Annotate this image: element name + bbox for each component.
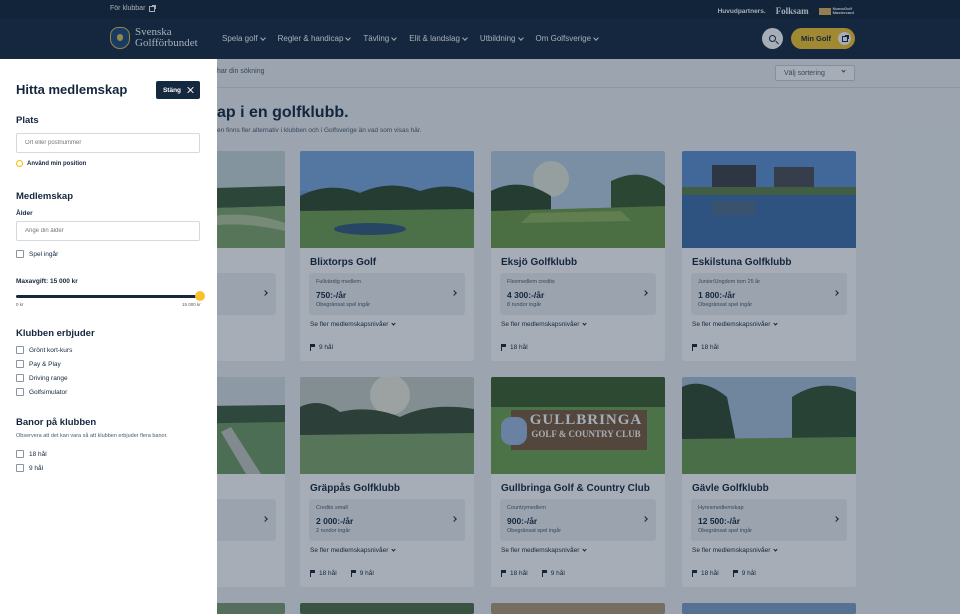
checkbox-icon — [16, 250, 24, 258]
checkbox-label: Grönt kort-kurs — [29, 346, 73, 354]
offer-checkbox-driving-range[interactable]: Driving range — [16, 374, 68, 382]
age-input[interactable] — [16, 221, 200, 241]
section-club-offers: Klubben erbjuder — [16, 328, 95, 339]
close-button[interactable]: Stäng — [156, 81, 200, 99]
checkbox-label: Pay & Play — [29, 360, 61, 368]
checkbox-icon — [16, 374, 24, 382]
section-membership: Medlemskap — [16, 191, 74, 202]
checkbox-icon — [16, 464, 24, 472]
courses-note: Observera att det kan vara så att klubbe… — [16, 433, 168, 439]
use-position-link[interactable]: Använd min position — [16, 160, 86, 167]
close-label: Stäng — [162, 86, 182, 94]
checkbox-icon — [16, 450, 24, 458]
slider-max-label: 15 000 kr — [182, 302, 201, 307]
checkbox-label: 18 hål — [29, 450, 47, 458]
slider-min-label: 0 kr — [16, 302, 24, 307]
checkbox-icon — [16, 360, 24, 368]
play-included-checkbox[interactable]: Spel ingår — [16, 250, 58, 258]
play-included-label: Spel ingår — [29, 250, 59, 258]
offer-checkbox-pay-play[interactable]: Pay & Play — [16, 360, 61, 368]
course-checkbox-18[interactable]: 18 hål — [16, 450, 47, 458]
location-icon — [16, 160, 23, 167]
checkbox-icon — [16, 346, 24, 354]
max-fee-label: Maxavgift: 15 000 kr — [16, 278, 78, 285]
course-checkbox-9[interactable]: 9 hål — [16, 464, 43, 472]
panel-title: Hitta medlemskap — [16, 82, 128, 97]
offer-checkbox-golfsimulator[interactable]: Golfsimulator — [16, 388, 67, 396]
checkbox-icon — [16, 388, 24, 396]
filter-panel: Hitta medlemskap Stäng Plats Använd min … — [0, 59, 217, 614]
age-label: Ålder — [16, 210, 33, 217]
section-courses: Banor på klubben — [16, 417, 97, 428]
place-input[interactable] — [16, 133, 200, 153]
max-fee-slider-track[interactable] — [16, 295, 200, 298]
close-icon — [187, 87, 193, 93]
checkbox-label: Driving range — [29, 374, 68, 382]
checkbox-label: Golfsimulator — [29, 388, 68, 396]
checkbox-label: 9 hål — [29, 464, 44, 472]
section-place: Plats — [16, 115, 39, 126]
use-position-label: Använd min position — [27, 160, 87, 167]
offer-checkbox-green-card[interactable]: Grönt kort-kurs — [16, 346, 72, 354]
max-fee-slider-handle[interactable] — [195, 291, 205, 301]
